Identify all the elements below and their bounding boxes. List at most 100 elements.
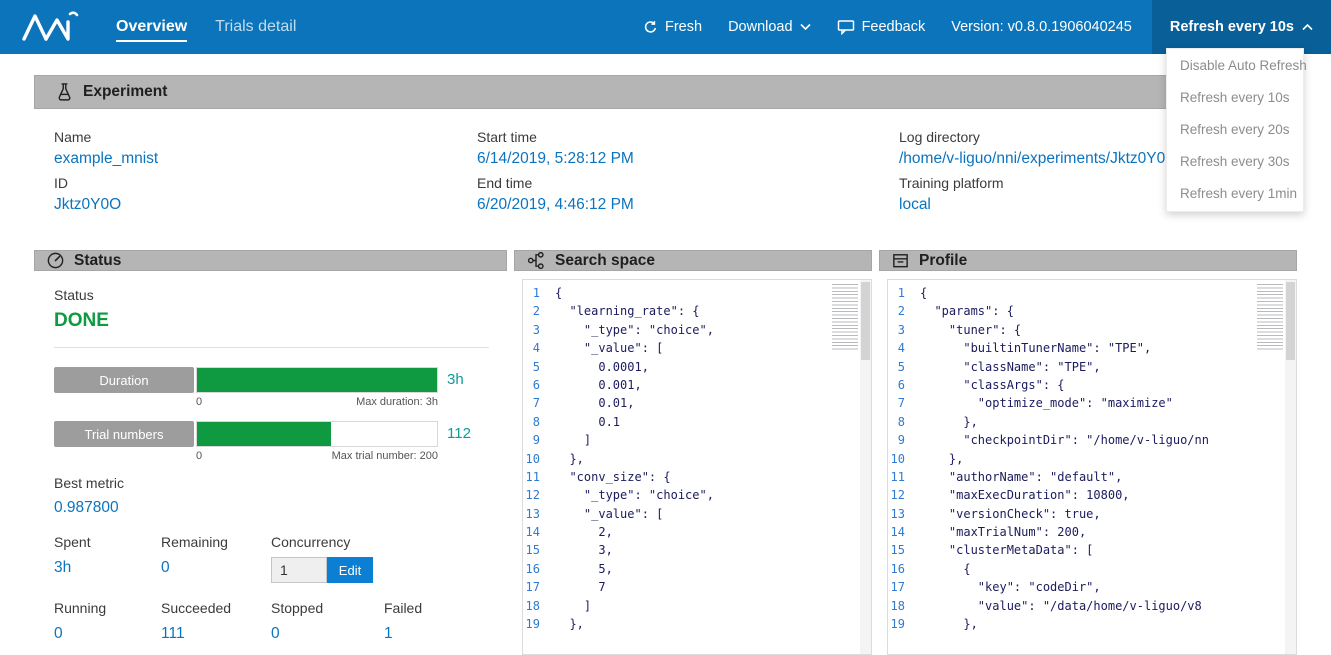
experiment-details: Name example_mnist ID Jktz0Y0O Start tim… <box>34 109 1297 230</box>
scrollbar-thumb[interactable] <box>1286 282 1295 360</box>
running-label: Running <box>54 600 161 616</box>
download-menu-button[interactable]: Download <box>728 19 811 35</box>
code-line: 7 0.01, <box>523 394 871 412</box>
menu-item-disable-auto-refresh[interactable]: Disable Auto Refresh <box>1167 50 1303 82</box>
code-line: 17 "key": "codeDir", <box>888 578 1296 596</box>
code-line: 10 }, <box>888 450 1296 468</box>
stats-row-2: Running 0 Succeeded 111 Stopped 0 Failed… <box>54 600 489 643</box>
code-line: 12 "_type": "choice", <box>523 486 871 504</box>
trials-value: 112 <box>447 421 489 447</box>
duration-min: 0 <box>196 396 202 408</box>
tab-trials-detail[interactable]: Trials detail <box>215 12 296 42</box>
code-line: 6 0.001, <box>523 376 871 394</box>
code-line: 18 ] <box>523 597 871 615</box>
fresh-label: Fresh <box>665 19 702 35</box>
editor-scrollbar[interactable] <box>1285 280 1296 654</box>
feedback-icon <box>837 19 855 35</box>
feedback-label: Feedback <box>862 19 926 35</box>
flask-icon <box>55 82 74 102</box>
search-space-editor[interactable]: 1{2 "learning_rate": {3 "_type": "choice… <box>522 279 872 655</box>
tab-overview[interactable]: Overview <box>116 12 187 42</box>
nni-logo-icon <box>20 10 82 44</box>
stats-row-1: Spent 3h Remaining 0 Concurrency Edit <box>54 534 489 583</box>
code-line: 5 0.0001, <box>523 358 871 376</box>
code-line: 1{ <box>888 284 1296 302</box>
nni-logo <box>20 10 82 44</box>
profile-editor[interactable]: 1{2 "params": {3 "tuner": {4 "builtinTun… <box>887 279 1297 655</box>
scrollbar-thumb[interactable] <box>861 282 870 360</box>
end-time-label: End time <box>477 175 899 191</box>
stat-running: Running 0 <box>54 600 161 643</box>
duration-bar-fill <box>197 368 437 392</box>
code-line: 2 "params": { <box>888 302 1296 320</box>
chevron-down-icon <box>800 23 811 31</box>
menu-item-refresh-20s[interactable]: Refresh every 20s <box>1167 114 1303 146</box>
code-line: 3 "tuner": { <box>888 321 1296 339</box>
code-line: 11 "conv_size": { <box>523 468 871 486</box>
code-line: 9 "checkpointDir": "/home/v-liguo/nn <box>888 431 1296 449</box>
duration-max-label: Max duration: 3h <box>356 396 438 408</box>
stat-spent: Spent 3h <box>54 534 161 583</box>
experiment-name-value: example_mnist <box>54 150 477 168</box>
trials-max-label: Max trial number: 200 <box>332 450 438 462</box>
experiment-title: Experiment <box>83 83 167 101</box>
remaining-value: 0 <box>161 559 271 577</box>
fresh-button[interactable]: Fresh <box>643 19 702 35</box>
editor-minimap <box>832 284 858 350</box>
code-line: 10 }, <box>523 450 871 468</box>
edit-concurrency-button[interactable]: Edit <box>327 557 373 583</box>
search-space-code: 1{2 "learning_rate": {3 "_type": "choice… <box>523 280 871 633</box>
search-space-panel: Search space 1{2 "learning_rate": {3 "_t… <box>514 250 872 642</box>
experiment-name-label: Name <box>54 129 477 145</box>
stopped-value: 0 <box>271 625 384 643</box>
editor-scrollbar[interactable] <box>860 280 871 654</box>
menu-item-refresh-30s[interactable]: Refresh every 30s <box>1167 146 1303 178</box>
navbar-actions: Fresh Download Feedback Version: v0.8.0.… <box>617 0 1331 54</box>
code-line: 6 "classArgs": { <box>888 376 1296 394</box>
code-line: 4 "builtinTunerName": "TPE", <box>888 339 1296 357</box>
nav-tabs: Overview Trials detail <box>116 0 296 54</box>
refresh-icon <box>643 20 658 35</box>
code-line: 8 0.1 <box>523 413 871 431</box>
refresh-interval-menu: Disable Auto Refresh Refresh every 10s R… <box>1166 48 1304 212</box>
concurrency-label: Concurrency <box>271 534 489 550</box>
end-time-value: 6/20/2019, 4:46:12 PM <box>477 196 899 214</box>
trials-bar-fill <box>197 422 331 446</box>
best-metric-label: Best metric <box>54 475 489 491</box>
concurrency-input[interactable] <box>271 557 327 583</box>
version-label: Version: v0.8.0.1906040245 <box>951 19 1132 35</box>
duration-bar-label: Duration <box>54 367 194 393</box>
code-line: 13 "versionCheck": true, <box>888 505 1296 523</box>
code-line: 1{ <box>523 284 871 302</box>
status-title: Status <box>74 252 121 270</box>
code-line: 3 "_type": "choice", <box>523 321 871 339</box>
code-line: 8 }, <box>888 413 1296 431</box>
gauge-icon <box>46 251 65 270</box>
trials-bar-label: Trial numbers <box>54 421 194 447</box>
code-line: 7 "optimize_mode": "maximize" <box>888 394 1296 412</box>
stat-failed: Failed 1 <box>384 600 489 643</box>
duration-value: 3h <box>447 367 489 393</box>
code-line: 13 "_value": [ <box>523 505 871 523</box>
trials-bar-track <box>196 421 438 447</box>
profile-header: Profile <box>879 250 1297 271</box>
feedback-button[interactable]: Feedback <box>837 19 926 35</box>
archive-box-icon <box>891 251 910 270</box>
refresh-interval-trigger[interactable]: Refresh every 10s <box>1152 0 1331 54</box>
stopped-label: Stopped <box>271 600 384 616</box>
experiment-section: Experiment Name example_mnist ID Jktz0Y0… <box>34 75 1297 230</box>
stat-remaining: Remaining 0 <box>161 534 271 583</box>
experiment-id-label: ID <box>54 175 477 191</box>
menu-item-refresh-1min[interactable]: Refresh every 1min <box>1167 178 1303 210</box>
menu-item-refresh-10s[interactable]: Refresh every 10s <box>1167 82 1303 114</box>
failed-label: Failed <box>384 600 489 616</box>
status-label: Status <box>54 287 489 303</box>
code-line: 5 "className": "TPE", <box>888 358 1296 376</box>
profile-panel: Profile 1{2 "params": {3 "tuner": {4 "bu… <box>879 250 1297 642</box>
code-line: 16 5, <box>523 560 871 578</box>
status-panel: Status Status DONE Duration 0 Max durati… <box>34 250 507 642</box>
code-line: 19 }, <box>523 615 871 633</box>
failed-value: 1 <box>384 625 489 643</box>
trial-numbers-progress: Trial numbers 0 Max trial number: 200 11… <box>54 421 489 462</box>
code-line: 11 "authorName": "default", <box>888 468 1296 486</box>
